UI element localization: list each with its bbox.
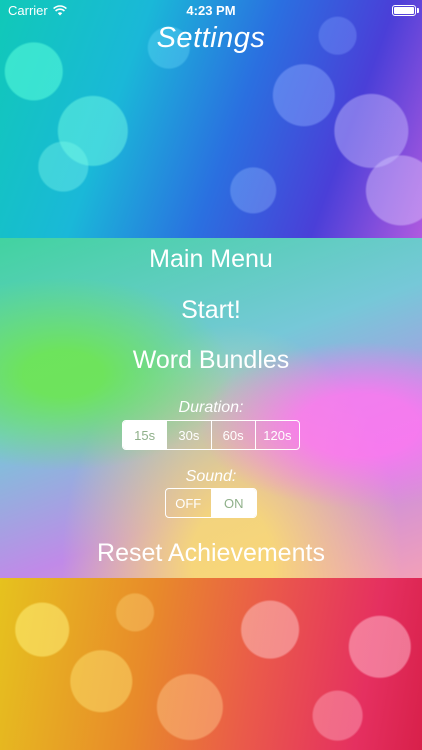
sound-label: Sound: bbox=[185, 468, 237, 485]
settings-screen: Carrier 4:23 PM Settings Main Menu Start… bbox=[0, 0, 422, 750]
duration-option-15s[interactable]: 15s bbox=[123, 421, 167, 449]
clock: 4:23 PM bbox=[186, 3, 236, 18]
duration-option-60s[interactable]: 60s bbox=[210, 421, 255, 449]
sound-option-off[interactable]: OFF bbox=[166, 489, 211, 517]
duration-label: Duration: bbox=[178, 399, 244, 416]
main-menu-button[interactable]: Main Menu bbox=[0, 245, 422, 274]
sound-segmented-control: OFF ON bbox=[165, 488, 257, 518]
duration-option-120s[interactable]: 120s bbox=[254, 421, 299, 449]
battery-fill bbox=[394, 7, 414, 14]
bokeh-background-bottom bbox=[0, 578, 422, 750]
duration-segmented-control: 15s 30s 60s 120s bbox=[122, 420, 300, 450]
duration-option-30s[interactable]: 30s bbox=[166, 421, 210, 449]
start-button[interactable]: Start! bbox=[0, 296, 422, 325]
sound-option-on[interactable]: ON bbox=[210, 489, 256, 517]
word-bundles-button[interactable]: Word Bundles bbox=[0, 346, 422, 375]
page-title: Settings bbox=[156, 22, 266, 54]
battery-tip bbox=[417, 8, 419, 13]
status-bar: Carrier 4:23 PM bbox=[0, 0, 422, 22]
battery-icon bbox=[392, 5, 416, 16]
reset-achievements-button[interactable]: Reset Achievements bbox=[0, 539, 422, 568]
